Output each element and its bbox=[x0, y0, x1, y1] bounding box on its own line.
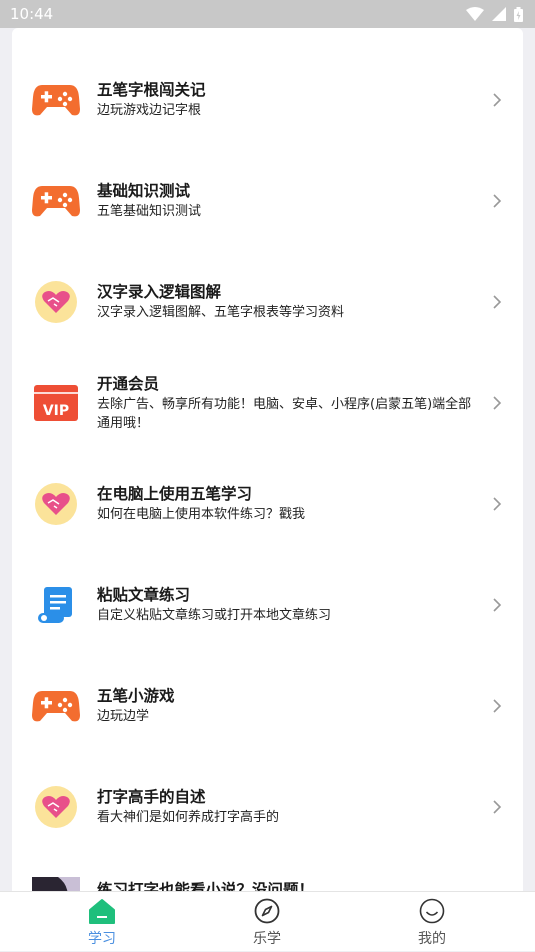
tab-label: 学习 bbox=[88, 931, 116, 947]
tab-label: 我的 bbox=[418, 931, 446, 947]
tab-label: 乐学 bbox=[253, 931, 281, 947]
heart-handshake-icon bbox=[32, 480, 80, 528]
menu-item-subtitle: 边玩边学 bbox=[97, 709, 150, 724]
vip-ticket-icon: VIP bbox=[32, 379, 80, 427]
menu-item-title: 五笔小游戏 bbox=[97, 687, 175, 705]
wifi-icon bbox=[466, 7, 484, 21]
menu-item-basic-knowledge-test[interactable]: 基础知识测试 五笔基础知识测试 bbox=[12, 150, 523, 251]
menu-item-subtitle: 汉字录入逻辑图解、五笔字根表等学习资料 bbox=[97, 305, 345, 320]
gamepad-icon bbox=[32, 682, 80, 730]
tab-fun-learn[interactable]: 乐学 bbox=[207, 892, 327, 952]
chevron-right-icon bbox=[493, 92, 502, 107]
menu-item-wubi-radical-game[interactable]: 五笔字根闯关记 边玩游戏边记字根 bbox=[12, 49, 523, 150]
menu-item-subtitle: 五笔基础知识测试 bbox=[97, 204, 202, 219]
menu-item-title: 粘贴文章练习 bbox=[97, 586, 191, 604]
scroll-icon bbox=[32, 581, 80, 629]
menu-item-title: 练习打字也能看小说？没问题！ bbox=[97, 881, 315, 891]
menu-card: 五笔字根闯关记 边玩游戏边记字根 基础知识测试 五笔基础知识测试 汉字录入逻辑图… bbox=[12, 28, 523, 891]
tab-mine[interactable]: 我的 bbox=[372, 892, 492, 952]
chevron-right-icon bbox=[493, 597, 502, 612]
battery-icon bbox=[514, 6, 523, 22]
menu-item-title: 汉字录入逻辑图解 bbox=[97, 283, 222, 301]
menu-item-subtitle: 边玩游戏边记字根 bbox=[97, 103, 202, 118]
menu-item-wubi-mini-games[interactable]: 五笔小游戏 边玩边学 bbox=[12, 655, 523, 756]
menu-item-title: 在电脑上使用五笔学习 bbox=[97, 485, 253, 503]
menu-item-novel-typing[interactable]: 练习打字也能看小说？没问题！ bbox=[12, 857, 523, 891]
photo-thumbnail bbox=[32, 877, 80, 891]
menu-item-subtitle: 看大神们是如何养成打字高手的 bbox=[97, 810, 280, 825]
gamepad-icon bbox=[32, 76, 80, 124]
bottom-nav: 学习 乐学 我的 bbox=[0, 891, 535, 951]
menu-item-subtitle: 如何在电脑上使用本软件练习？戳我 bbox=[97, 507, 306, 522]
menu-item-typing-expert-story[interactable]: 打字高手的自述 看大神们是如何养成打字高手的 bbox=[12, 756, 523, 857]
menu-item-title: 打字高手的自述 bbox=[97, 788, 206, 806]
menu-item-title: 开通会员 bbox=[97, 374, 160, 393]
menu-item-paste-article-practice[interactable]: 粘贴文章练习 自定义粘贴文章练习或打开本地文章练习 bbox=[12, 554, 523, 655]
heart-handshake-icon bbox=[32, 278, 80, 326]
tab-study[interactable]: 学习 bbox=[42, 892, 162, 952]
chevron-right-icon bbox=[493, 193, 502, 208]
compass-icon bbox=[254, 898, 280, 924]
menu-item-input-logic-diagram[interactable]: 汉字录入逻辑图解 汉字录入逻辑图解、五笔字根表等学习资料 bbox=[12, 251, 523, 352]
chevron-right-icon bbox=[493, 496, 502, 511]
chevron-right-icon bbox=[493, 395, 502, 410]
menu-item-title: 基础知识测试 bbox=[97, 182, 191, 200]
menu-item-use-on-computer[interactable]: 在电脑上使用五笔学习 如何在电脑上使用本软件练习？戳我 bbox=[12, 453, 523, 554]
gamepad-icon bbox=[32, 177, 80, 225]
signal-icon bbox=[492, 7, 506, 21]
heart-handshake-icon bbox=[32, 783, 80, 831]
vip-label: VIP bbox=[43, 403, 69, 419]
smile-icon bbox=[419, 898, 445, 924]
menu-item-title: 五笔字根闯关记 bbox=[97, 81, 206, 99]
chevron-right-icon bbox=[493, 294, 502, 309]
chevron-right-icon bbox=[493, 698, 502, 713]
menu-item-subtitle: 去除广告、畅享所有功能！电脑、安卓、小程序(启蒙五笔)端全部通用哦！ bbox=[97, 396, 472, 431]
status-icons bbox=[466, 6, 523, 22]
home-icon bbox=[89, 899, 115, 924]
status-time: 10:44 bbox=[10, 5, 54, 23]
menu-item-subtitle: 自定义粘贴文章练习或打开本地文章练习 bbox=[97, 608, 332, 623]
menu-item-open-membership[interactable]: VIP 开通会员 去除广告、畅享所有功能！电脑、安卓、小程序(启蒙五笔)端全部通… bbox=[12, 352, 523, 453]
status-bar: 10:44 bbox=[0, 0, 535, 28]
chevron-right-icon bbox=[493, 799, 502, 814]
